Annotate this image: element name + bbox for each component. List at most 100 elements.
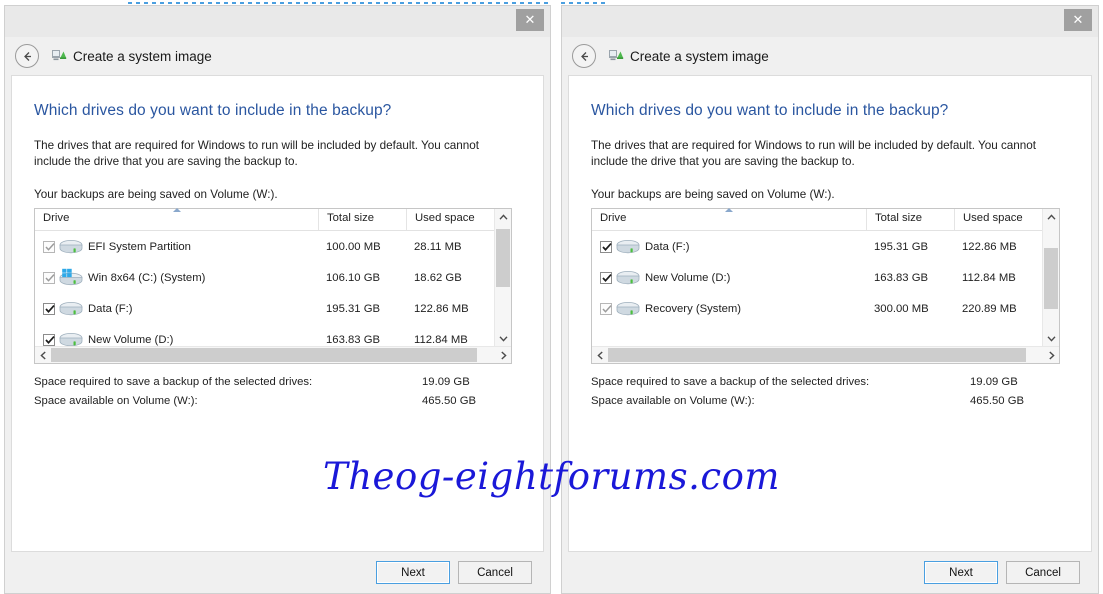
vertical-scroll-thumb[interactable] [1044, 248, 1058, 309]
scroll-up-icon[interactable] [1043, 209, 1059, 225]
vertical-scrollbar[interactable] [1042, 209, 1059, 346]
drive-name-cell: Recovery (System) [592, 299, 866, 319]
vertical-scroll-track[interactable] [495, 225, 511, 330]
wizard-window-right: ✕ Create a system image Which drives do … [561, 5, 1099, 594]
vertical-scrollbar[interactable] [494, 209, 511, 346]
table-row[interactable]: Win 8x64 (C:) (System) 106.10 GB 18.62 G… [35, 262, 494, 293]
table-row[interactable]: Data (F:) 195.31 GB 122.86 MB [35, 293, 494, 324]
drive-total-size: 195.31 GB [874, 240, 929, 253]
back-arrow-icon[interactable] [572, 44, 596, 68]
drive-used-space: 220.89 MB [962, 302, 1017, 315]
nav-bar-left: Create a system image [5, 37, 550, 75]
horizontal-scroll-track[interactable] [51, 347, 495, 363]
vertical-scroll-thumb[interactable] [496, 229, 510, 287]
drive-used-space: 112.84 MB [414, 333, 468, 346]
space-available-label: Space available on Volume (W:): [591, 395, 755, 407]
drive-name-cell: Data (F:) [35, 299, 318, 319]
drive-table-body-right: Data (F:) 195.31 GB 122.86 MB New Volume… [592, 231, 1042, 346]
drive-table-header: Drive Total size Used space [35, 208, 494, 231]
column-header-drive[interactable]: Drive [592, 208, 866, 230]
drive-checkbox[interactable] [600, 240, 612, 253]
space-available-value: 465.50 GB [422, 395, 477, 407]
cancel-button[interactable]: Cancel [458, 561, 532, 584]
table-row[interactable]: New Volume (D:) 163.83 GB 112.84 MB [592, 262, 1042, 293]
drive-total-size: 300.00 MB [874, 302, 929, 315]
footer-right: Next Cancel [568, 551, 1092, 593]
scroll-left-icon[interactable] [35, 347, 51, 363]
drive-checkbox[interactable] [43, 302, 55, 315]
drive-name: EFI System Partition [88, 240, 191, 253]
page-description: The drives that are required for Windows… [34, 139, 480, 168]
space-required-value: 19.09 GB [970, 376, 1018, 388]
drive-name: Recovery (System) [645, 302, 742, 315]
column-header-drive[interactable]: Drive [35, 208, 318, 230]
windows-drive-icon [58, 268, 84, 288]
drive-table-body-left: EFI System Partition 100.00 MB 28.11 MB [35, 231, 494, 346]
drive-checkbox[interactable] [43, 271, 55, 284]
space-summary-right: Space required to save a backup of the s… [591, 376, 1060, 407]
scroll-right-icon[interactable] [495, 347, 511, 363]
horizontal-scroll-thumb[interactable] [608, 348, 1026, 362]
hard-drive-icon [615, 299, 641, 319]
drive-name: Win 8x64 (C:) (System) [88, 271, 206, 284]
space-available-value: 465.50 GB [970, 395, 1025, 407]
drive-total-size: 195.31 GB [326, 302, 381, 315]
next-button[interactable]: Next [376, 561, 450, 584]
drive-checkbox[interactable] [43, 333, 55, 346]
drive-name-cell: Data (F:) [592, 237, 866, 257]
drive-name: New Volume (D:) [645, 271, 731, 284]
top-accent-line-left [128, 2, 548, 4]
scroll-left-icon[interactable] [592, 347, 608, 363]
drive-total-size: 163.83 GB [326, 333, 381, 346]
scroll-up-icon[interactable] [495, 209, 511, 225]
footer-left: Next Cancel [11, 551, 544, 593]
back-arrow-icon[interactable] [15, 44, 39, 68]
drive-table-header: Drive Total size Used space [592, 208, 1042, 231]
title-bar-left: ✕ [5, 6, 550, 37]
horizontal-scroll-thumb[interactable] [51, 348, 478, 362]
drive-checkbox[interactable] [600, 271, 612, 284]
horizontal-scrollbar[interactable] [592, 346, 1059, 363]
close-button[interactable]: ✕ [516, 9, 544, 31]
space-summary-left: Space required to save a backup of the s… [34, 376, 512, 407]
next-button[interactable]: Next [924, 561, 998, 584]
drive-name-cell: New Volume (D:) [35, 330, 318, 347]
scroll-right-icon[interactable] [1043, 347, 1059, 363]
table-row[interactable]: New Volume (D:) 163.83 GB 112.84 MB [35, 324, 494, 346]
page-description: The drives that are required for Windows… [591, 139, 1037, 168]
drive-list-left[interactable]: Drive Total size Used space EFI System P… [34, 208, 512, 364]
cancel-button[interactable]: Cancel [1006, 561, 1080, 584]
close-button[interactable]: ✕ [1064, 9, 1092, 31]
column-header-used-space[interactable]: Used space [954, 209, 1042, 230]
drive-name: New Volume (D:) [88, 333, 174, 346]
drive-used-space: 28.11 MB [414, 240, 462, 253]
table-row[interactable]: EFI System Partition 100.00 MB 28.11 MB [35, 231, 494, 262]
drive-checkbox[interactable] [600, 302, 612, 315]
column-header-total-size[interactable]: Total size [866, 209, 954, 230]
drive-total-size: 106.10 GB [326, 271, 381, 284]
backup-location-text: Your backups are being saved on Volume (… [591, 188, 835, 201]
horizontal-scroll-track[interactable] [608, 347, 1043, 363]
column-header-total-size[interactable]: Total size [318, 209, 406, 230]
drive-used-space: 122.86 MB [414, 302, 469, 315]
column-label-drive: Drive [43, 212, 70, 224]
table-row[interactable]: Data (F:) 195.31 GB 122.86 MB [592, 231, 1042, 262]
title-bar-right: ✕ [562, 6, 1098, 37]
hard-drive-icon [58, 299, 84, 319]
drive-list-right[interactable]: Drive Total size Used space Data (F:) 19… [591, 208, 1060, 364]
system-image-icon [51, 48, 67, 64]
space-required-row: Space required to save a backup of the s… [34, 376, 512, 388]
vertical-scroll-track[interactable] [1043, 225, 1059, 330]
drive-name: Data (F:) [645, 240, 690, 253]
drive-name-cell: New Volume (D:) [592, 268, 866, 288]
drive-used-space: 112.84 MB [962, 271, 1016, 284]
scroll-down-icon[interactable] [1043, 330, 1059, 346]
drive-checkbox[interactable] [43, 240, 55, 253]
horizontal-scrollbar[interactable] [35, 346, 511, 363]
table-row[interactable]: Recovery (System) 300.00 MB 220.89 MB [592, 293, 1042, 324]
column-header-used-space[interactable]: Used space [406, 209, 494, 230]
sort-ascending-icon [172, 208, 181, 212]
scroll-down-icon[interactable] [495, 330, 511, 346]
hard-drive-icon [58, 330, 84, 347]
space-available-label: Space available on Volume (W:): [34, 395, 198, 407]
